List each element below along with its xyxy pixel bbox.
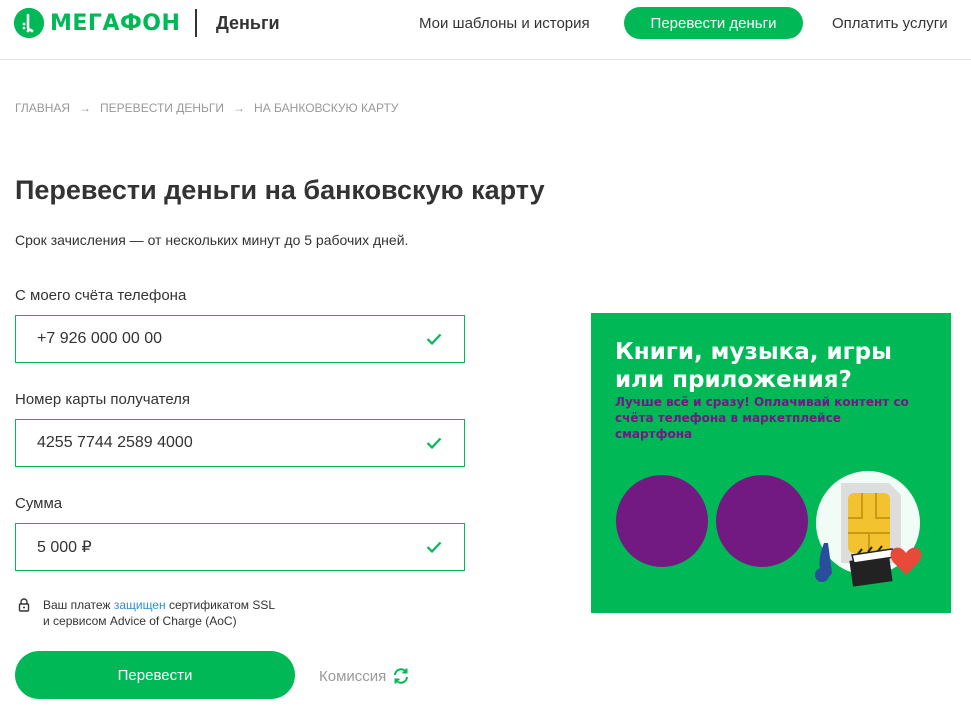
banner-text: Лучше всё и сразу! Оплачивай контент со … (615, 395, 909, 441)
purple-circle (616, 475, 708, 567)
header: МЕГАФОН Деньги Мои шаблоны и история Пер… (0, 0, 971, 60)
submit-transfer-button[interactable]: Перевести (15, 651, 295, 699)
check-icon (414, 420, 454, 466)
phone-field-label: С моего счёта телефона (15, 287, 187, 304)
card-number-field[interactable]: 4255 7744 2589 4000 (15, 419, 465, 467)
amount-field-label: Сумма (15, 495, 63, 512)
nav-transfer-button[interactable]: Перевести деньги (624, 7, 803, 39)
amount-field[interactable]: 5 000 ₽ (15, 523, 465, 571)
ssl-text-prefix: Ваш платеж (43, 598, 114, 612)
arrow-right-icon: → (233, 101, 246, 115)
commission-label: Комиссия (319, 667, 387, 685)
check-icon (414, 524, 454, 570)
ssl-note: Ваш платеж защищен сертификатом SSL и се… (18, 597, 275, 629)
check-icon (414, 316, 454, 362)
logo-text: МЕГАФОН (50, 10, 181, 36)
page-title: Перевести деньги на банковскую карту (15, 175, 545, 205)
page-subtitle: Срок зачисления — от нескольких минут до… (15, 232, 409, 248)
amount-value[interactable]: 5 000 ₽ (37, 537, 414, 557)
header-divider (195, 9, 197, 37)
card-number-value[interactable]: 4255 7744 2589 4000 (37, 434, 414, 452)
phone-field-value[interactable]: +7 926 000 00 00 (37, 330, 414, 348)
lock-icon (18, 598, 30, 612)
phone-field[interactable]: +7 926 000 00 00 (15, 315, 465, 363)
ssl-protected-link[interactable]: защищен (114, 598, 166, 612)
commission-button[interactable]: Комиссия (319, 666, 411, 686)
ssl-text: Ваш платеж защищен сертификатом SSL и се… (43, 597, 275, 629)
service-name[interactable]: Деньги (216, 13, 280, 34)
ssl-text-line2: и сервисом Advice of Charge (AoC) (43, 614, 237, 628)
nav-templates-link[interactable]: Мои шаблоны и история (419, 15, 590, 32)
card-field-label: Номер карты получателя (15, 391, 191, 408)
promo-banner[interactable]: Книги, музыка, игры или приложения? Лучш… (591, 313, 951, 613)
ssl-text-suffix: сертификатом SSL (165, 598, 276, 612)
megafon-logo[interactable]: МЕГАФОН (14, 8, 180, 38)
refresh-icon (391, 666, 411, 686)
breadcrumb-current: НА БАНКОВСКУЮ КАРТУ (254, 101, 399, 115)
breadcrumb-transfer[interactable]: ПЕРЕВЕСТИ ДЕНЬГИ (100, 101, 224, 115)
megafon-logo-icon (14, 8, 44, 38)
purple-circle (716, 475, 808, 567)
sim-card-illustration (806, 463, 936, 603)
nav-pay-link[interactable]: Оплатить услуги (832, 15, 948, 32)
banner-title: Книги, музыка, игры или приложения? (615, 339, 892, 393)
arrow-right-icon: → (79, 101, 92, 115)
breadcrumb-home[interactable]: ГЛАВНАЯ (15, 101, 70, 115)
breadcrumb: ГЛАВНАЯ → ПЕРЕВЕСТИ ДЕНЬГИ → НА БАНКОВСК… (15, 101, 398, 115)
